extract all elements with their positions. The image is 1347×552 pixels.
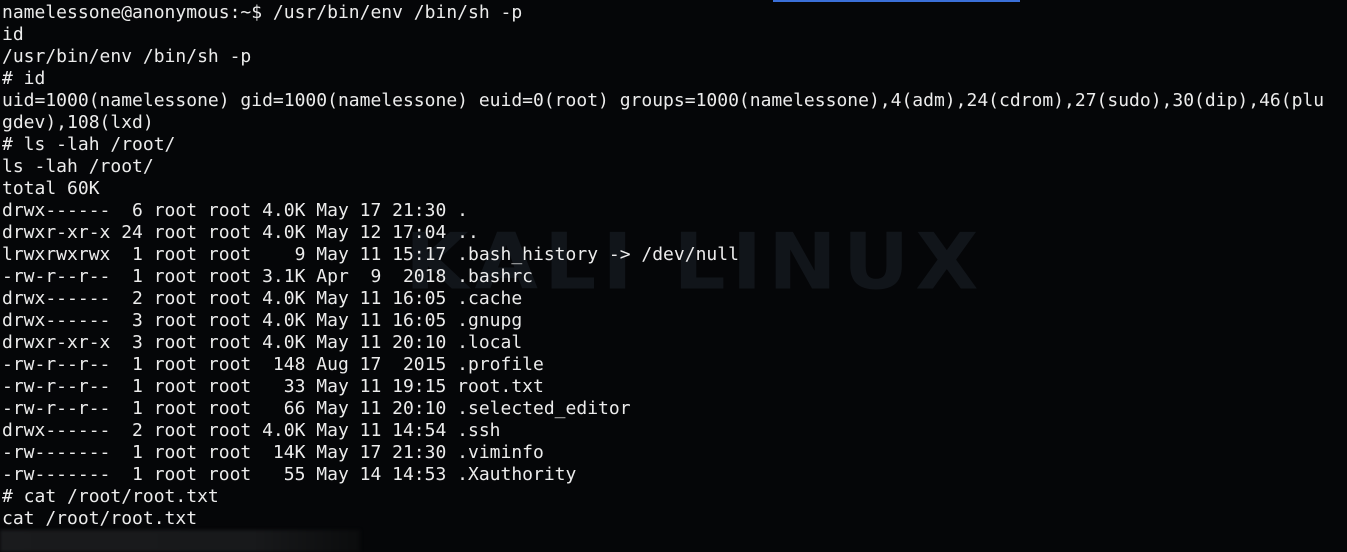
terminal-window[interactable]: KALI LINUX namelessone@anonymous:~$ /usr… [0,0,1347,552]
output-line: id [2,24,24,45]
listing-row: drwxr-xr-x 24 root root 4.0K May 12 17:0… [2,222,479,243]
listing-row: drwx------ 6 root root 4.0K May 17 21:30… [2,200,468,221]
listing-row: -rw-r--r-- 1 root root 33 May 11 19:15 r… [2,376,544,397]
output-line: /usr/bin/env /bin/sh -p [2,46,252,67]
listing-row: drwx------ 3 root root 4.0K May 11 16:05… [2,310,523,331]
output-line: gdev),108(lxd) [2,112,154,133]
terminal-output[interactable]: namelessone@anonymous:~$ /usr/bin/env /b… [2,2,1324,530]
listing-row: -rw------- 1 root root 55 May 14 14:53 .… [2,464,577,485]
listing-row: drwx------ 2 root root 4.0K May 11 14:54… [2,420,501,441]
prompt-line: namelessone@anonymous:~$ /usr/bin/env /b… [2,2,523,23]
output-line: uid=1000(namelessone) gid=1000(namelesso… [2,90,1325,111]
listing-row: drwxr-xr-x 3 root root 4.0K May 11 20:10… [2,332,523,353]
redacted-output-blur [0,530,360,552]
listing-row: -rw------- 1 root root 14K May 17 21:30 … [2,442,544,463]
listing-row: drwx------ 2 root root 4.0K May 11 16:05… [2,288,523,309]
listing-row: -rw-r--r-- 1 root root 148 Aug 17 2015 .… [2,354,544,375]
prompt-line: # ls -lah /root/ [2,134,176,155]
prompt-line: # cat /root/root.txt [2,486,219,507]
output-line: ls -lah /root/ [2,156,154,177]
prompt-line: # id [2,68,46,89]
listing-row: lrwxrwxrwx 1 root root 9 May 11 15:17 .b… [2,244,739,265]
listing-row: -rw-r--r-- 1 root root 3.1K Apr 9 2018 .… [2,266,534,287]
output-line: cat /root/root.txt [2,508,198,529]
output-line: total 60K [2,178,100,199]
listing-row: -rw-r--r-- 1 root root 66 May 11 20:10 .… [2,398,631,419]
